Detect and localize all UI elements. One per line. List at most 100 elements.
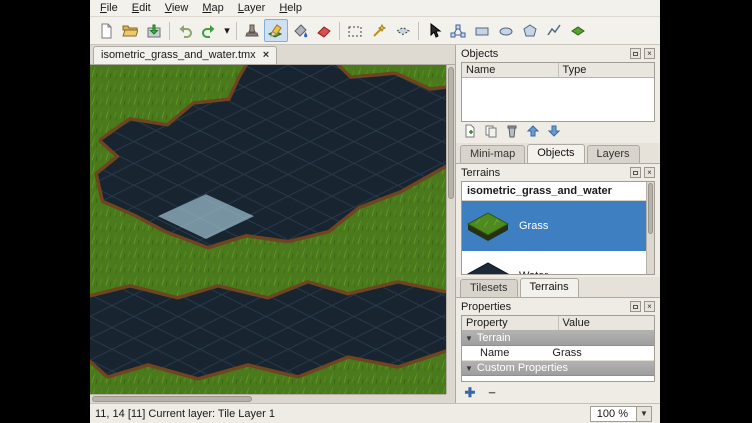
select-objects-button[interactable] bbox=[422, 19, 446, 42]
property-row-name[interactable]: Name Grass bbox=[462, 346, 654, 361]
menu-help[interactable]: Help bbox=[272, 1, 309, 15]
bucket-fill-button[interactable] bbox=[288, 19, 312, 42]
properties-panel: Properties × Property Value ▼ Terrain Na… bbox=[456, 298, 660, 403]
property-group-terrain[interactable]: ▼ Terrain bbox=[462, 331, 654, 346]
close-panel-button[interactable]: × bbox=[644, 48, 655, 59]
tab-mini-map[interactable]: Mini-map bbox=[460, 145, 525, 163]
redo-history-button[interactable]: ▾ bbox=[221, 19, 233, 42]
tab-layers[interactable]: Layers bbox=[587, 145, 640, 163]
insert-polygon-icon bbox=[522, 23, 538, 39]
close-icon: × bbox=[647, 169, 652, 177]
close-panel-button[interactable]: × bbox=[644, 167, 655, 178]
float-icon bbox=[633, 305, 638, 309]
lower-object-button[interactable] bbox=[545, 124, 563, 141]
toolbar-separator bbox=[236, 22, 237, 40]
float-panel-button[interactable] bbox=[630, 48, 641, 59]
select-same-tile-button[interactable] bbox=[391, 19, 415, 42]
insert-polygon-button[interactable] bbox=[518, 19, 542, 42]
insert-rectangle-button[interactable] bbox=[470, 19, 494, 42]
stamp-brush-button[interactable] bbox=[240, 19, 264, 42]
terrains-panel: Terrains × isometric_grass_and_water Gra… bbox=[456, 164, 660, 277]
canvas-vertical-scrollbar[interactable] bbox=[446, 65, 455, 394]
objects-toolbar bbox=[456, 122, 660, 143]
close-tab-icon[interactable]: × bbox=[263, 51, 269, 60]
terrains-scrollbar[interactable] bbox=[646, 182, 654, 274]
add-object-button[interactable] bbox=[461, 124, 479, 141]
property-column-header[interactable]: Property bbox=[462, 316, 559, 330]
add-object-icon bbox=[463, 124, 477, 141]
edit-polygons-button[interactable] bbox=[446, 19, 470, 42]
menu-map[interactable]: Map bbox=[195, 1, 230, 15]
properties-panel-title: Properties bbox=[461, 301, 627, 313]
tab-terrains[interactable]: Terrains bbox=[520, 278, 579, 297]
new-file-icon bbox=[98, 23, 114, 39]
add-property-button[interactable]: ✚ bbox=[461, 384, 479, 401]
property-group-custom-properties[interactable]: ▼ Custom Properties bbox=[462, 361, 654, 376]
tab-objects[interactable]: Objects bbox=[527, 144, 584, 163]
insert-ellipse-button[interactable] bbox=[494, 19, 518, 42]
remove-object-icon bbox=[505, 124, 519, 141]
tileset-name[interactable]: isometric_grass_and_water bbox=[462, 182, 654, 201]
objects-list-empty[interactable] bbox=[462, 78, 654, 121]
open-folder-icon bbox=[122, 23, 138, 39]
map-canvas[interactable] bbox=[90, 65, 446, 394]
magic-wand-icon bbox=[371, 23, 387, 39]
close-icon: × bbox=[647, 303, 652, 311]
terrain-label: Grass bbox=[519, 220, 548, 232]
objects-table-header: Name Type bbox=[462, 63, 654, 78]
terrain-item-water[interactable]: Water bbox=[462, 251, 654, 275]
redo-button[interactable] bbox=[197, 19, 221, 42]
duplicate-object-icon bbox=[484, 124, 498, 141]
tab-tilesets[interactable]: Tilesets bbox=[460, 279, 518, 297]
map-view bbox=[90, 65, 455, 403]
objects-column-type[interactable]: Type bbox=[559, 63, 655, 77]
properties-toolbar: ✚ − bbox=[456, 382, 660, 403]
float-icon bbox=[633, 52, 638, 56]
float-panel-button[interactable] bbox=[630, 301, 641, 312]
zoom-dropdown-button[interactable]: ▼ bbox=[636, 407, 651, 421]
menu-view[interactable]: View bbox=[158, 1, 196, 15]
property-value-cell[interactable]: Grass bbox=[548, 346, 654, 360]
new-button[interactable] bbox=[94, 19, 118, 42]
menu-bar: File Edit View Map Layer Help bbox=[90, 0, 660, 17]
magic-wand-button[interactable] bbox=[367, 19, 391, 42]
raise-object-button[interactable] bbox=[524, 124, 542, 141]
insert-polyline-button[interactable] bbox=[542, 19, 566, 42]
canvas-horizontal-scrollbar[interactable] bbox=[90, 394, 446, 403]
property-name-cell: Name bbox=[462, 346, 548, 360]
redo-history-caret-icon: ▾ bbox=[224, 24, 230, 37]
raise-object-icon bbox=[526, 124, 540, 141]
chevron-down-icon: ▼ bbox=[640, 409, 648, 418]
eraser-button[interactable] bbox=[312, 19, 336, 42]
close-panel-button[interactable]: × bbox=[644, 301, 655, 312]
document-tab[interactable]: isometric_grass_and_water.tmx × bbox=[93, 46, 277, 64]
undo-button[interactable] bbox=[173, 19, 197, 42]
insert-tile-button[interactable] bbox=[566, 19, 590, 42]
menu-layer[interactable]: Layer bbox=[231, 1, 273, 15]
menu-edit[interactable]: Edit bbox=[125, 1, 158, 15]
rectangular-select-button[interactable] bbox=[343, 19, 367, 42]
remove-object-button[interactable] bbox=[503, 124, 521, 141]
remove-property-button[interactable]: − bbox=[483, 384, 501, 401]
open-button[interactable] bbox=[118, 19, 142, 42]
select-objects-icon bbox=[426, 23, 442, 39]
value-column-header[interactable]: Value bbox=[559, 316, 655, 330]
objects-column-name[interactable]: Name bbox=[462, 63, 559, 77]
collapse-triangle-icon: ▼ bbox=[465, 364, 473, 373]
scrollbar-thumb[interactable] bbox=[448, 67, 454, 199]
terrain-brush-button[interactable] bbox=[264, 19, 288, 42]
collapse-triangle-icon: ▼ bbox=[465, 334, 473, 343]
toolbar-separator bbox=[418, 22, 419, 40]
float-panel-button[interactable] bbox=[630, 167, 641, 178]
terrain-brush-icon bbox=[268, 23, 284, 39]
scrollbar-thumb[interactable] bbox=[648, 183, 653, 234]
menu-file[interactable]: File bbox=[93, 1, 125, 15]
scrollbar-thumb[interactable] bbox=[92, 396, 252, 402]
duplicate-object-button[interactable] bbox=[482, 124, 500, 141]
zoom-combo[interactable]: 100 % ▼ bbox=[590, 406, 652, 422]
document-tab-label: isometric_grass_and_water.tmx bbox=[101, 49, 256, 61]
terrain-item-grass[interactable]: Grass bbox=[462, 201, 654, 251]
minus-icon: − bbox=[488, 387, 496, 399]
stamp-brush-icon bbox=[244, 23, 260, 39]
save-button[interactable] bbox=[142, 19, 166, 42]
